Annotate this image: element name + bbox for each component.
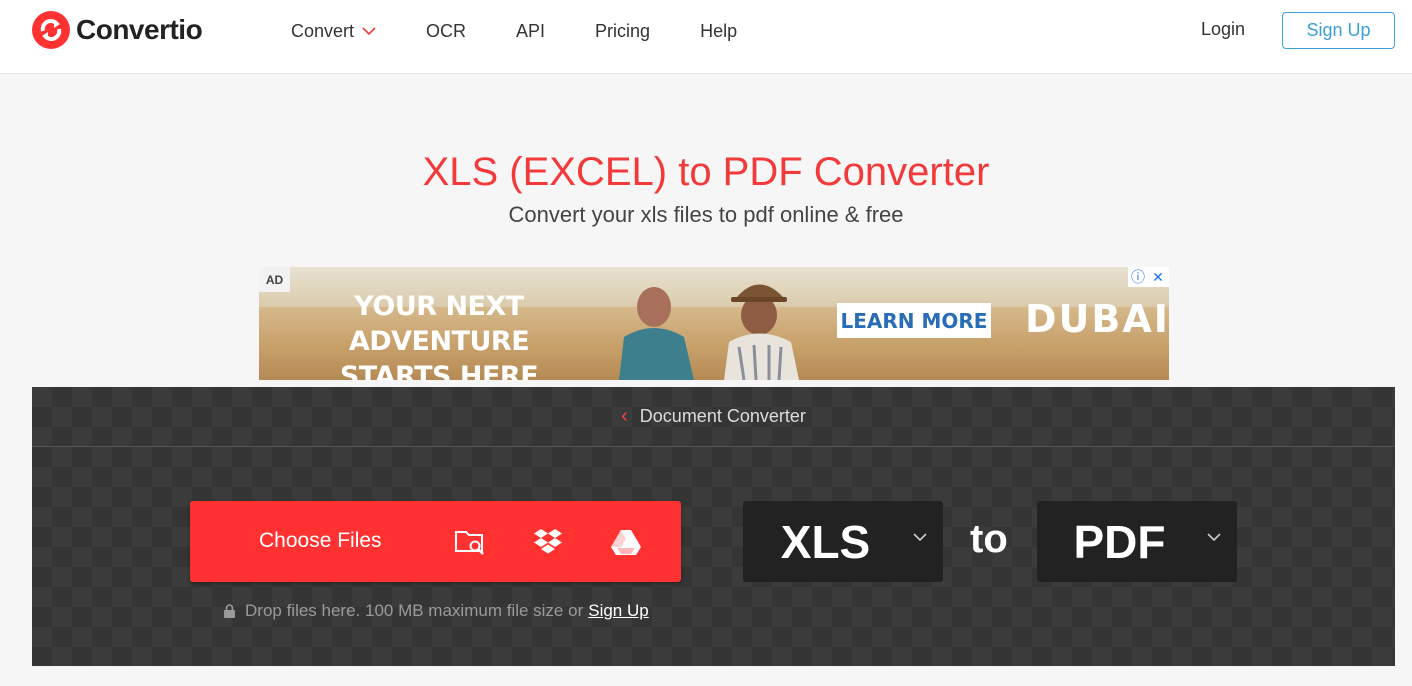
ad-cta-button[interactable]: LEARN MORE — [837, 303, 991, 338]
ad-headline-line2: STARTS HERE — [339, 361, 539, 380]
nav-help[interactable]: Help — [700, 19, 737, 43]
nav-ocr-label: OCR — [426, 20, 467, 41]
brand-name: Convertio — [76, 14, 203, 45]
chevron-left-icon: ‹ — [621, 405, 628, 427]
ad-close-icon[interactable]: ✕ — [1148, 267, 1168, 287]
nav-convert[interactable]: Convert — [291, 19, 376, 43]
google-drive-icon[interactable] — [608, 524, 644, 560]
chevron-down-icon — [913, 533, 927, 542]
to-format-value: PDF — [1073, 516, 1166, 568]
nav-api[interactable]: API — [516, 19, 545, 43]
logo-icon — [32, 11, 70, 49]
to-format-select[interactable]: PDF — [1037, 501, 1237, 582]
ad-banner[interactable]: AD YOUR NEXT ADVENTURE STARTS HERE LEARN… — [259, 267, 1169, 380]
signup-button[interactable]: Sign Up — [1282, 12, 1395, 49]
drop-hint-text: Drop files here. 100 MB maximum file siz… — [245, 601, 584, 620]
page-title: XLS (EXCEL) to PDF Converter — [422, 150, 990, 194]
breadcrumb[interactable]: ‹ Document Converter — [32, 387, 1395, 447]
folder-search-icon[interactable] — [452, 524, 488, 560]
converter-panel: ‹ Document Converter Choose Files Drop f… — [32, 387, 1395, 666]
nav-ocr[interactable]: OCR — [426, 19, 466, 43]
ad-headline: YOUR NEXT ADVENTURE STARTS HERE — [289, 289, 589, 380]
lock-icon — [224, 604, 235, 618]
drop-hint: Drop files here. 100 MB maximum file siz… — [224, 601, 649, 621]
page-subtitle: Convert your xls files to pdf online & f… — [508, 202, 904, 227]
dropbox-icon[interactable] — [530, 524, 566, 560]
chevron-down-icon — [1207, 533, 1221, 542]
from-format-select[interactable]: XLS — [743, 501, 943, 582]
nav-convert-label: Convert — [291, 20, 355, 41]
from-format-value: XLS — [780, 516, 871, 568]
brand-logo[interactable]: Convertio — [32, 11, 203, 49]
nav-help-label: Help — [700, 20, 738, 41]
ad-headline-line1: YOUR NEXT ADVENTURE — [348, 291, 530, 357]
drop-hint-signup-link[interactable]: Sign Up — [588, 601, 648, 621]
nav-pricing-label: Pricing — [595, 20, 651, 41]
ad-brand-logo: DUBAI — [1025, 297, 1169, 341]
ad-badge: AD — [259, 267, 290, 292]
to-separator: to — [970, 517, 1008, 561]
top-navigation-bar: Convertio Convert OCR API Pricing Help L… — [0, 0, 1412, 74]
chevron-down-icon — [362, 26, 376, 35]
ad-photo — [619, 284, 799, 380]
choose-files-button[interactable]: Choose Files — [190, 501, 681, 582]
login-link[interactable]: Login — [1201, 19, 1245, 40]
choose-files-label: Choose Files — [259, 529, 382, 552]
main-nav: Convert OCR API Pricing Help — [291, 19, 787, 43]
ad-controls: ⓘ ✕ — [1128, 267, 1169, 287]
nav-pricing[interactable]: Pricing — [595, 19, 650, 43]
nav-api-label: API — [516, 20, 546, 41]
ad-info-icon[interactable]: ⓘ — [1128, 267, 1148, 287]
breadcrumb-label: Document Converter — [639, 406, 806, 426]
